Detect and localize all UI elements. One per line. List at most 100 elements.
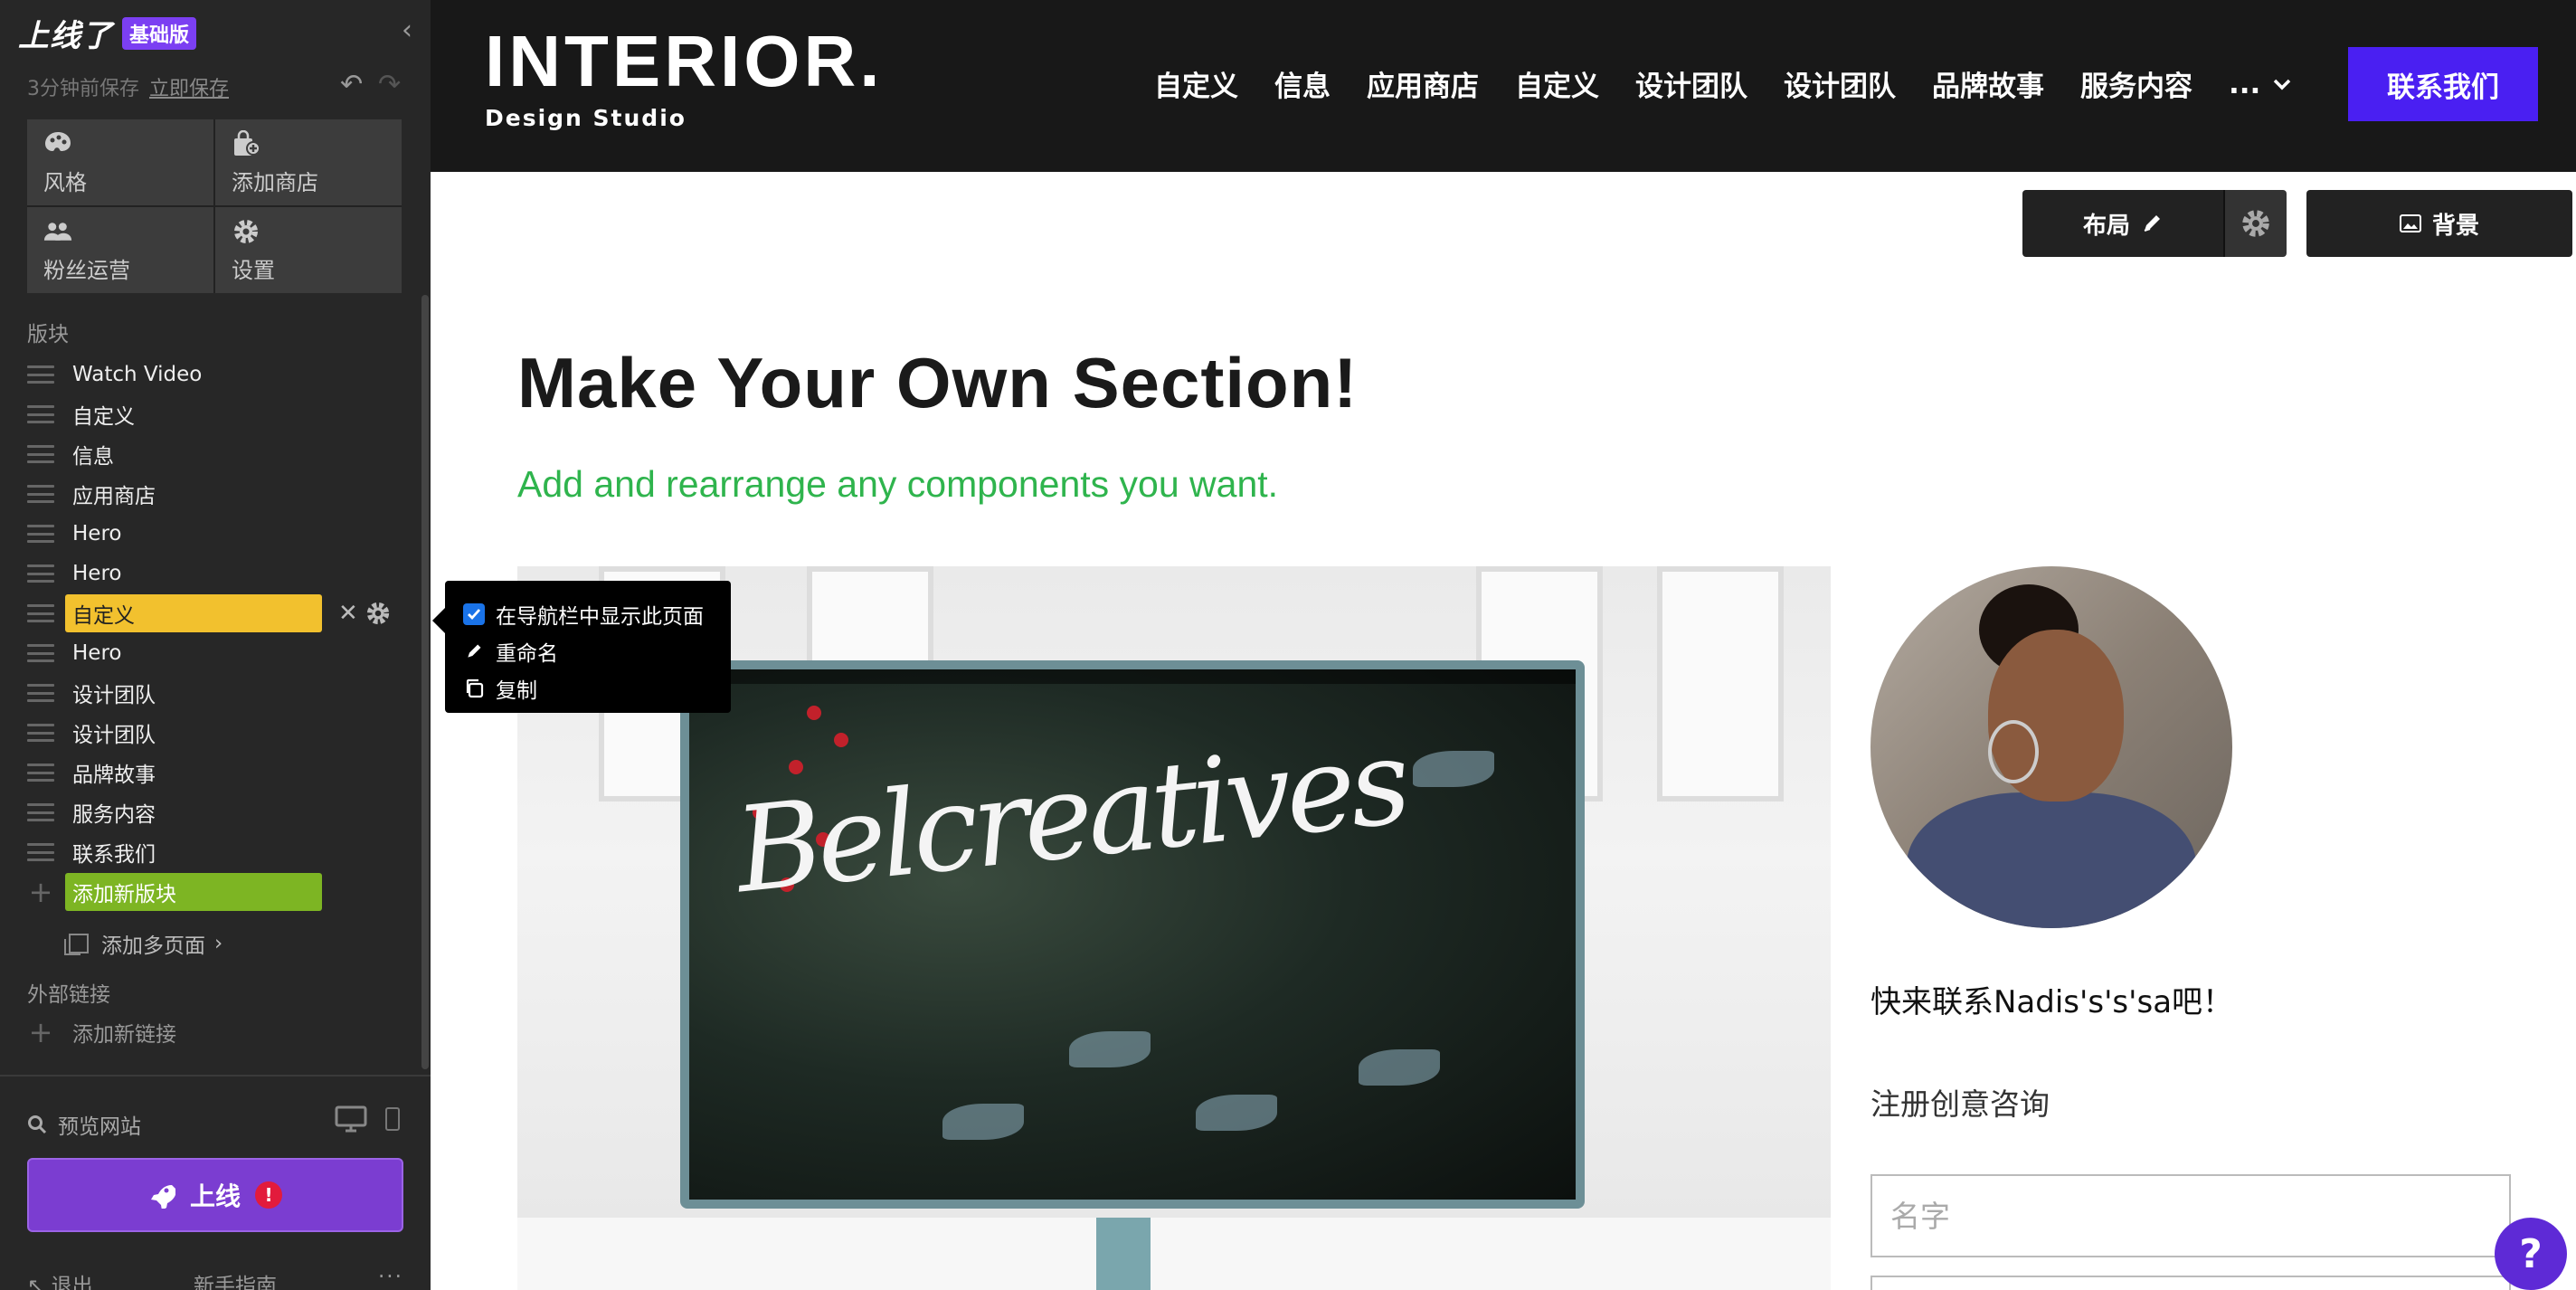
layout-button[interactable]: 布局 bbox=[2022, 190, 2223, 257]
nav-more-dropdown[interactable]: ... bbox=[2229, 63, 2291, 104]
drag-handle-icon[interactable] bbox=[27, 525, 54, 543]
rename-option[interactable]: 重命名 bbox=[463, 632, 731, 669]
site-logo[interactable]: INTERIOR. Design Studio bbox=[485, 25, 883, 132]
name-field[interactable] bbox=[1870, 1174, 2511, 1257]
chevron-right-icon: › bbox=[214, 932, 223, 955]
tool-settings-label: 设置 bbox=[232, 258, 275, 283]
show-in-nav-label: 在导航栏中显示此页面 bbox=[496, 604, 704, 629]
nav-link[interactable]: 信息 bbox=[1274, 63, 1331, 104]
block-item[interactable]: Watch Video bbox=[27, 355, 416, 394]
block-label: 设计团队 bbox=[72, 684, 156, 707]
block-item[interactable]: Hero bbox=[27, 514, 416, 554]
sidebar-scrollbar[interactable] bbox=[421, 295, 429, 1069]
avatar[interactable] bbox=[1870, 566, 2232, 928]
photo-berry bbox=[789, 760, 803, 774]
tool-style[interactable]: 风格 bbox=[27, 119, 213, 205]
help-button[interactable]: ? bbox=[2495, 1218, 2567, 1290]
block-item[interactable]: 信息 bbox=[27, 434, 416, 474]
photo-berry bbox=[834, 733, 848, 747]
drag-handle-icon[interactable] bbox=[27, 724, 54, 742]
block-item-active[interactable]: 自定义 ✕ bbox=[27, 593, 416, 633]
preview-site-button[interactable]: 预览网站 bbox=[27, 1109, 141, 1140]
nav-link[interactable]: 设计团队 bbox=[1635, 63, 1747, 104]
launch-button[interactable]: 上线 ! bbox=[27, 1158, 403, 1232]
drag-handle-icon[interactable] bbox=[27, 405, 54, 423]
undo-icon[interactable]: ↶ bbox=[340, 69, 363, 100]
contact-us-button[interactable]: 联系我们 bbox=[2348, 47, 2538, 121]
drag-handle-icon[interactable] bbox=[27, 764, 54, 782]
drag-handle-icon[interactable] bbox=[27, 365, 54, 384]
background-button[interactable]: 背景 bbox=[2306, 190, 2572, 257]
block-item[interactable]: 设计团队 bbox=[27, 713, 416, 753]
block-label: 服务内容 bbox=[72, 803, 156, 827]
guide-link[interactable]: 新手指南 bbox=[194, 1268, 277, 1290]
block-item[interactable]: 自定义 bbox=[27, 394, 416, 434]
block-label: 联系我们 bbox=[72, 843, 156, 867]
block-label: 自定义 bbox=[72, 405, 135, 429]
add-pages-label: 添加多页面 bbox=[101, 934, 205, 958]
section-title[interactable]: Make Your Own Section! bbox=[517, 342, 1358, 424]
section-edit-toolbar: 布局 bbox=[2022, 190, 2287, 257]
block-item[interactable]: Hero bbox=[27, 633, 416, 673]
block-item[interactable]: 应用商店 bbox=[27, 474, 416, 514]
nav-link[interactable]: 自定义 bbox=[1515, 63, 1599, 104]
drag-handle-icon[interactable] bbox=[27, 604, 54, 622]
tool-settings[interactable]: 设置 bbox=[215, 207, 402, 293]
nav-link[interactable]: 设计团队 bbox=[1784, 63, 1896, 104]
duplicate-option[interactable]: 复制 bbox=[463, 669, 731, 707]
section-settings-button[interactable] bbox=[2223, 190, 2287, 257]
nav-link[interactable]: 应用商店 bbox=[1367, 63, 1479, 104]
exit-link[interactable]: ↖ 退出 bbox=[27, 1275, 93, 1290]
drag-handle-icon[interactable] bbox=[27, 644, 54, 662]
block-item[interactable]: 联系我们 bbox=[27, 832, 416, 872]
drag-handle-icon[interactable] bbox=[27, 803, 54, 821]
save-now-link[interactable]: 立即保存 bbox=[149, 78, 229, 100]
block-item[interactable]: 品牌故事 bbox=[27, 753, 416, 792]
site-logo-subtitle: Design Studio bbox=[485, 105, 687, 131]
add-block-button[interactable]: + 添加新版块 bbox=[27, 872, 416, 912]
gear-icon bbox=[234, 220, 258, 243]
add-pages-button[interactable]: 添加多页面 › bbox=[64, 928, 223, 959]
pencil-icon bbox=[463, 640, 485, 662]
site-nav: 自定义 信息 应用商店 自定义 设计团队 设计团队 品牌故事 服务内容 ... bbox=[1154, 63, 2291, 104]
blocks-heading: 版块 bbox=[27, 323, 69, 346]
photo-leaf bbox=[942, 1104, 1024, 1140]
section-subtitle[interactable]: Add and rearrange any components you wan… bbox=[517, 463, 1278, 506]
block-label: Hero bbox=[72, 522, 122, 545]
block-item[interactable]: Hero bbox=[27, 554, 416, 593]
save-status: 3分钟前保存 立即保存 bbox=[27, 72, 229, 101]
signup-title[interactable]: 注册创意咨询 bbox=[1870, 1080, 2050, 1124]
editor-sidebar: 上线了 基础版 ‹ 3分钟前保存 立即保存 ↶ ↷ 风格 添加商店 粉丝运营 设… bbox=[0, 0, 431, 1290]
next-form-field[interactable] bbox=[1870, 1276, 2511, 1290]
more-options-icon[interactable]: ... bbox=[378, 1259, 403, 1283]
drag-handle-icon[interactable] bbox=[27, 564, 54, 583]
tool-add-shop-label: 添加商店 bbox=[232, 170, 318, 195]
collapse-sidebar-icon[interactable]: ‹ bbox=[402, 14, 412, 46]
mobile-icon[interactable] bbox=[385, 1107, 400, 1131]
nav-link[interactable]: 自定义 bbox=[1154, 63, 1238, 104]
launch-label: 上线 bbox=[189, 1181, 241, 1211]
nav-link[interactable]: 品牌故事 bbox=[1932, 63, 2044, 104]
block-settings-gear-icon[interactable] bbox=[365, 601, 391, 626]
tool-add-shop[interactable]: 添加商店 bbox=[215, 119, 402, 205]
desktop-icon[interactable] bbox=[335, 1105, 367, 1133]
block-label: 设计团队 bbox=[72, 724, 156, 747]
redo-icon[interactable]: ↷ bbox=[378, 69, 401, 100]
drag-handle-icon[interactable] bbox=[27, 684, 54, 702]
drag-handle-icon[interactable] bbox=[27, 445, 54, 463]
nav-link[interactable]: 服务内容 bbox=[2080, 63, 2192, 104]
drag-handle-icon[interactable] bbox=[27, 843, 54, 861]
contact-title[interactable]: 快来联系Nadis's's'sa吧！ bbox=[1870, 977, 2233, 1021]
rocket-icon bbox=[150, 1185, 175, 1209]
drag-handle-icon[interactable] bbox=[27, 485, 54, 503]
close-icon[interactable]: ✕ bbox=[338, 600, 358, 627]
block-item[interactable]: 服务内容 bbox=[27, 792, 416, 832]
block-list: Watch Video 自定义 信息 应用商店 Hero Hero 自定义 ✕ … bbox=[27, 355, 416, 912]
exit-icon: ↖ bbox=[27, 1275, 52, 1290]
show-in-nav-option[interactable]: 在导航栏中显示此页面 bbox=[463, 595, 731, 632]
add-link-button[interactable]: + 添加新链接 bbox=[27, 1017, 176, 1048]
tool-fans[interactable]: 粉丝运营 bbox=[27, 207, 213, 293]
checkbox-checked-icon[interactable] bbox=[463, 602, 485, 625]
photo-leaf bbox=[1413, 751, 1494, 787]
block-item[interactable]: 设计团队 bbox=[27, 673, 416, 713]
